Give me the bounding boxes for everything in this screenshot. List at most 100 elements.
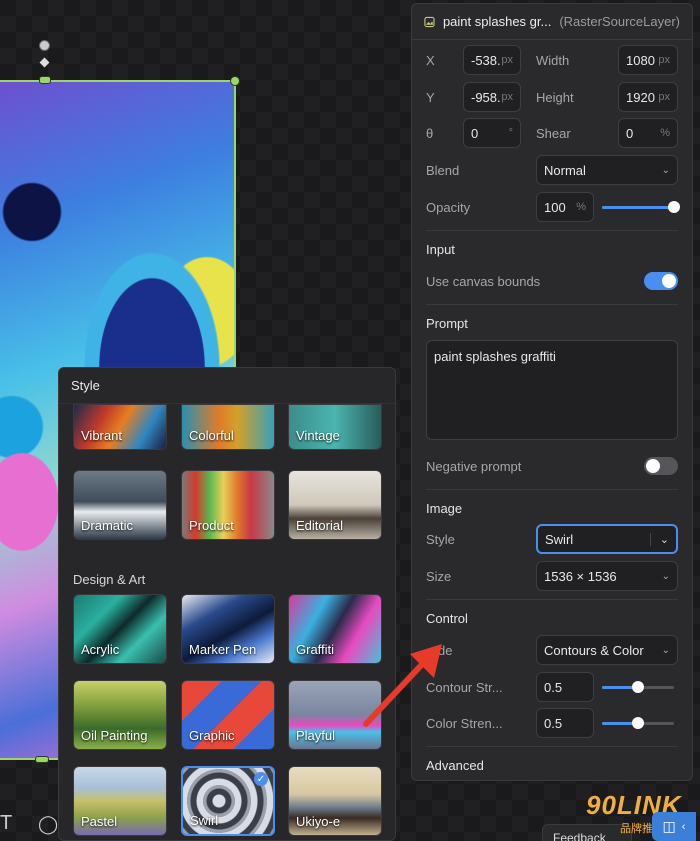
rotation-value: 0 bbox=[471, 125, 479, 141]
opacity-slider[interactable] bbox=[602, 201, 680, 213]
divider bbox=[426, 230, 678, 231]
style-tile-swirl[interactable]: Swirl ✓ bbox=[181, 766, 275, 836]
opacity-slider-fill bbox=[602, 206, 674, 209]
style-tile-label: Acrylic bbox=[81, 642, 120, 657]
toggle-knob bbox=[662, 274, 676, 288]
x-unit: px bbox=[501, 54, 513, 66]
canvas-bounds-toggle[interactable] bbox=[644, 272, 678, 290]
size-value: 1536 × 1536 bbox=[544, 568, 617, 584]
opacity-unit: % bbox=[576, 201, 586, 213]
style-tile-label: Graffiti bbox=[296, 642, 335, 657]
transform-handle-bottom-middle[interactable] bbox=[35, 756, 49, 763]
y-label: Y bbox=[426, 90, 435, 105]
style-tile-oil-painting[interactable]: Oil Painting bbox=[73, 680, 167, 750]
chevron-down-icon: ⌄ bbox=[661, 644, 670, 656]
transform-handle-top-middle[interactable] bbox=[39, 76, 51, 84]
color-strength-slider[interactable] bbox=[602, 717, 674, 729]
width-unit: px bbox=[658, 54, 670, 66]
shear-value: 0 bbox=[626, 125, 634, 141]
style-tile-label: Pastel bbox=[81, 814, 118, 829]
size-label: Size bbox=[426, 569, 452, 584]
blend-label: Blend bbox=[426, 163, 460, 178]
blend-select[interactable]: Normal ⌄ bbox=[536, 155, 678, 185]
anchor-point[interactable] bbox=[39, 57, 50, 68]
image-icon bbox=[424, 16, 435, 27]
height-unit: px bbox=[658, 91, 670, 103]
style-tile-editorial[interactable]: Editorial bbox=[288, 470, 382, 540]
shear-input[interactable]: 0% bbox=[618, 118, 678, 148]
blend-value: Normal bbox=[544, 162, 586, 178]
chevron-down-icon: ⌄ bbox=[649, 532, 669, 546]
style-tile-label: Marker Pen bbox=[189, 642, 257, 657]
opacity-slider-knob[interactable] bbox=[668, 201, 680, 213]
contour-slider-knob[interactable] bbox=[632, 681, 644, 693]
negative-prompt-toggle[interactable] bbox=[644, 457, 678, 475]
style-tile-vibrant[interactable]: Vibrant bbox=[73, 404, 167, 450]
style-tile-label: Product bbox=[189, 518, 234, 533]
style-tile-colorful[interactable]: Colorful bbox=[181, 404, 275, 450]
x-input[interactable]: -538. px bbox=[463, 45, 521, 75]
size-select[interactable]: 1536 × 1536 ⌄ bbox=[536, 561, 678, 591]
width-input[interactable]: 1080 px bbox=[618, 45, 678, 75]
shear-unit: % bbox=[660, 127, 670, 139]
height-label: Height bbox=[536, 90, 574, 105]
style-tile-pastel[interactable]: Pastel bbox=[73, 766, 167, 836]
toggle-knob bbox=[646, 459, 660, 473]
control-section-title: Control bbox=[426, 611, 468, 626]
negative-prompt-label: Negative prompt bbox=[426, 459, 522, 474]
style-tile-marker-pen[interactable]: Marker Pen bbox=[181, 594, 275, 664]
layer-name: paint splashes gr... bbox=[442, 14, 552, 29]
divider bbox=[426, 304, 678, 305]
style-tile-label: Playful bbox=[296, 728, 336, 743]
style-tile-label: Dramatic bbox=[81, 518, 134, 533]
style-tile-label: Oil Painting bbox=[81, 728, 148, 743]
rotation-unit: ° bbox=[508, 127, 513, 139]
contour-strength-input[interactable]: 0.5 bbox=[536, 672, 594, 702]
chevron-down-icon: ⌄ bbox=[661, 164, 670, 176]
prompt-text: paint splashes graffiti bbox=[434, 349, 556, 364]
opacity-input[interactable]: 100% bbox=[536, 192, 594, 222]
color-slider-knob[interactable] bbox=[632, 717, 644, 729]
advanced-section-title[interactable]: Advanced bbox=[426, 758, 484, 773]
style-tile-vintage[interactable]: Vintage bbox=[288, 404, 382, 450]
style-picker-popup: Style Vibrant Colorful Vintage Dramatic … bbox=[58, 367, 396, 841]
width-label: Width bbox=[536, 53, 570, 68]
layer-type: (RasterSourceLayer) bbox=[559, 14, 680, 29]
opacity-value: 100 bbox=[544, 199, 566, 215]
y-unit: px bbox=[501, 91, 513, 103]
input-section-title: Input bbox=[426, 242, 455, 257]
prompt-section-title: Prompt bbox=[426, 316, 468, 331]
style-tile-label: Editorial bbox=[296, 518, 343, 533]
layer-header: paint splashes gr... (RasterSourceLayer) bbox=[412, 4, 692, 40]
transform-handle-top-right[interactable] bbox=[230, 76, 240, 86]
x-label: X bbox=[426, 53, 435, 68]
style-tile-label: Graphic bbox=[189, 728, 235, 743]
style-select[interactable]: Swirl ⌄ bbox=[536, 524, 678, 554]
style-tile-label: Vibrant bbox=[81, 428, 122, 443]
style-popup-title: Style bbox=[59, 368, 395, 404]
contour-strength-slider[interactable] bbox=[602, 681, 674, 693]
y-input[interactable]: -958. px bbox=[463, 82, 521, 112]
prompt-textarea[interactable]: paint splashes graffiti bbox=[426, 340, 678, 440]
mode-select[interactable]: Contours & Color ⌄ bbox=[536, 635, 678, 665]
watermark-subtext: 品牌推 bbox=[620, 823, 653, 835]
sidebar-toggle-icon: ◫ bbox=[662, 818, 676, 834]
text-tool-icon[interactable]: T bbox=[0, 812, 12, 835]
y-value: -958. bbox=[471, 89, 501, 105]
style-tile-dramatic[interactable]: Dramatic bbox=[73, 470, 167, 540]
rotation-input[interactable]: 0 ° bbox=[463, 118, 521, 148]
style-tile-ukiyo-e[interactable]: Ukiyo-e bbox=[288, 766, 382, 836]
style-tile-graphic[interactable]: Graphic bbox=[181, 680, 275, 750]
style-tile-product[interactable]: Product bbox=[181, 470, 275, 540]
comment-tool-icon[interactable]: ◯ bbox=[38, 814, 58, 835]
chevron-left-icon: ‹ bbox=[681, 820, 686, 833]
selected-check-icon: ✓ bbox=[254, 772, 268, 786]
style-tile-acrylic[interactable]: Acrylic bbox=[73, 594, 167, 664]
chevron-down-icon: ⌄ bbox=[661, 570, 670, 582]
style-tile-label: Ukiyo-e bbox=[296, 814, 341, 829]
style-value: Swirl bbox=[545, 531, 574, 547]
panel-toggle-button[interactable]: ◫ ‹ bbox=[652, 812, 696, 841]
rotate-handle[interactable] bbox=[39, 40, 50, 51]
height-input[interactable]: 1920 px bbox=[618, 82, 678, 112]
color-strength-input[interactable]: 0.5 bbox=[536, 708, 594, 738]
